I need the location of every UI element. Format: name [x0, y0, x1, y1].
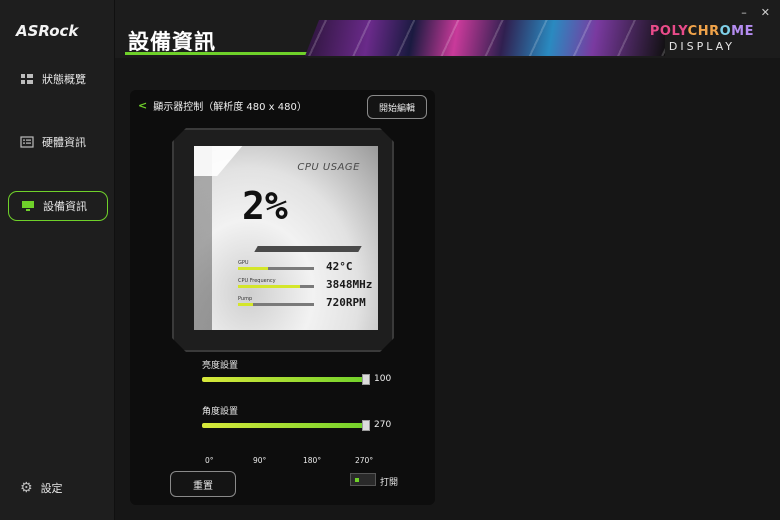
metric-value: 3848MHz	[326, 278, 373, 291]
panel-header: < 顯示器控制（解析度 480 x 480）	[138, 98, 307, 113]
list-icon	[20, 136, 34, 148]
sidebar-item-status-overview[interactable]: 狀態概覽	[8, 64, 108, 94]
asrock-logo: ASRock	[16, 22, 79, 40]
metric-gpu: GPU 42°C	[238, 260, 353, 273]
settings-label: 設定	[40, 482, 63, 495]
main-content: < 顯示器控制（解析度 480 x 480） 開始編輯 CPU USAGE 2%…	[115, 72, 780, 520]
metric-track	[238, 303, 314, 306]
sidebar-item-label: 設備資訊	[43, 200, 87, 213]
reset-button[interactable]: 重置	[170, 471, 236, 497]
screen-decoration	[194, 146, 251, 176]
display-toggle[interactable]	[350, 473, 376, 486]
sidebar: ASRock 狀態概覽 硬體資訊 設備資訊 ⚙ 設定	[0, 0, 115, 520]
cpu-usage-bar	[254, 246, 361, 252]
minimize-icon[interactable]: –	[741, 6, 747, 19]
monitor-icon	[21, 200, 35, 212]
sidebar-item-device-info[interactable]: 設備資訊	[8, 191, 108, 221]
brightness-slider-thumb[interactable]	[362, 374, 370, 385]
cpu-usage-title: CPU USAGE	[297, 162, 360, 173]
metric-pump: Pump 720RPM	[238, 296, 366, 309]
window-controls: – ✕	[741, 6, 770, 19]
brightness-slider[interactable]	[202, 374, 370, 385]
display-frame: CPU USAGE 2% GPU 42°C CPU Frequency 3848…	[172, 128, 394, 352]
sidebar-item-label: 硬體資訊	[42, 136, 86, 149]
brightness-label: 亮度設置	[202, 361, 239, 371]
metric-value: 720RPM	[326, 296, 366, 309]
rotation-tick: 180°	[303, 456, 322, 465]
brand-poly: POLYCHROME	[649, 24, 754, 39]
polychrome-display-logo: POLYCHROME DISPLAY	[650, 24, 754, 53]
close-icon[interactable]: ✕	[761, 6, 770, 19]
metric-track	[238, 285, 314, 288]
rotation-tick: 270°	[355, 456, 374, 465]
metric-track	[238, 267, 314, 270]
start-edit-button[interactable]: 開始編輯	[367, 95, 427, 119]
panel-title: 顯示器控制（解析度 480 x 480）	[153, 102, 307, 113]
display-control-panel: < 顯示器控制（解析度 480 x 480） 開始編輯 CPU USAGE 2%…	[130, 90, 435, 505]
rotation-slider[interactable]	[202, 420, 370, 431]
back-chevron-icon[interactable]: <	[138, 99, 147, 112]
sidebar-item-hardware-info[interactable]: 硬體資訊	[8, 127, 108, 157]
gear-icon: ⚙	[20, 480, 33, 496]
settings-button[interactable]: ⚙ 設定	[20, 480, 63, 496]
toggle-label: 打開	[380, 478, 399, 488]
rotation-value: 270	[374, 420, 392, 430]
rotation-tick: 90°	[253, 456, 267, 465]
toggle-knob	[355, 478, 359, 482]
rotation-label: 角度設置	[202, 407, 239, 417]
header: 設備資訊 – ✕ POLYCHROME DISPLAY	[115, 0, 780, 58]
metric-cpu-frequency: CPU Frequency 3848MHz	[238, 278, 373, 291]
rotation-slider-thumb[interactable]	[362, 420, 370, 431]
brightness-value: 100	[374, 374, 392, 384]
brand-display: DISPLAY	[668, 40, 735, 53]
metric-value: 42°C	[326, 260, 353, 273]
sidebar-item-label: 狀態概覽	[42, 73, 86, 86]
header-banner-image	[305, 20, 665, 56]
grid-icon	[20, 73, 34, 85]
cpu-usage-value: 2%	[242, 184, 288, 228]
display-preview: CPU USAGE 2% GPU 42°C CPU Frequency 3848…	[194, 146, 378, 330]
rotation-tick: 0°	[205, 456, 214, 465]
